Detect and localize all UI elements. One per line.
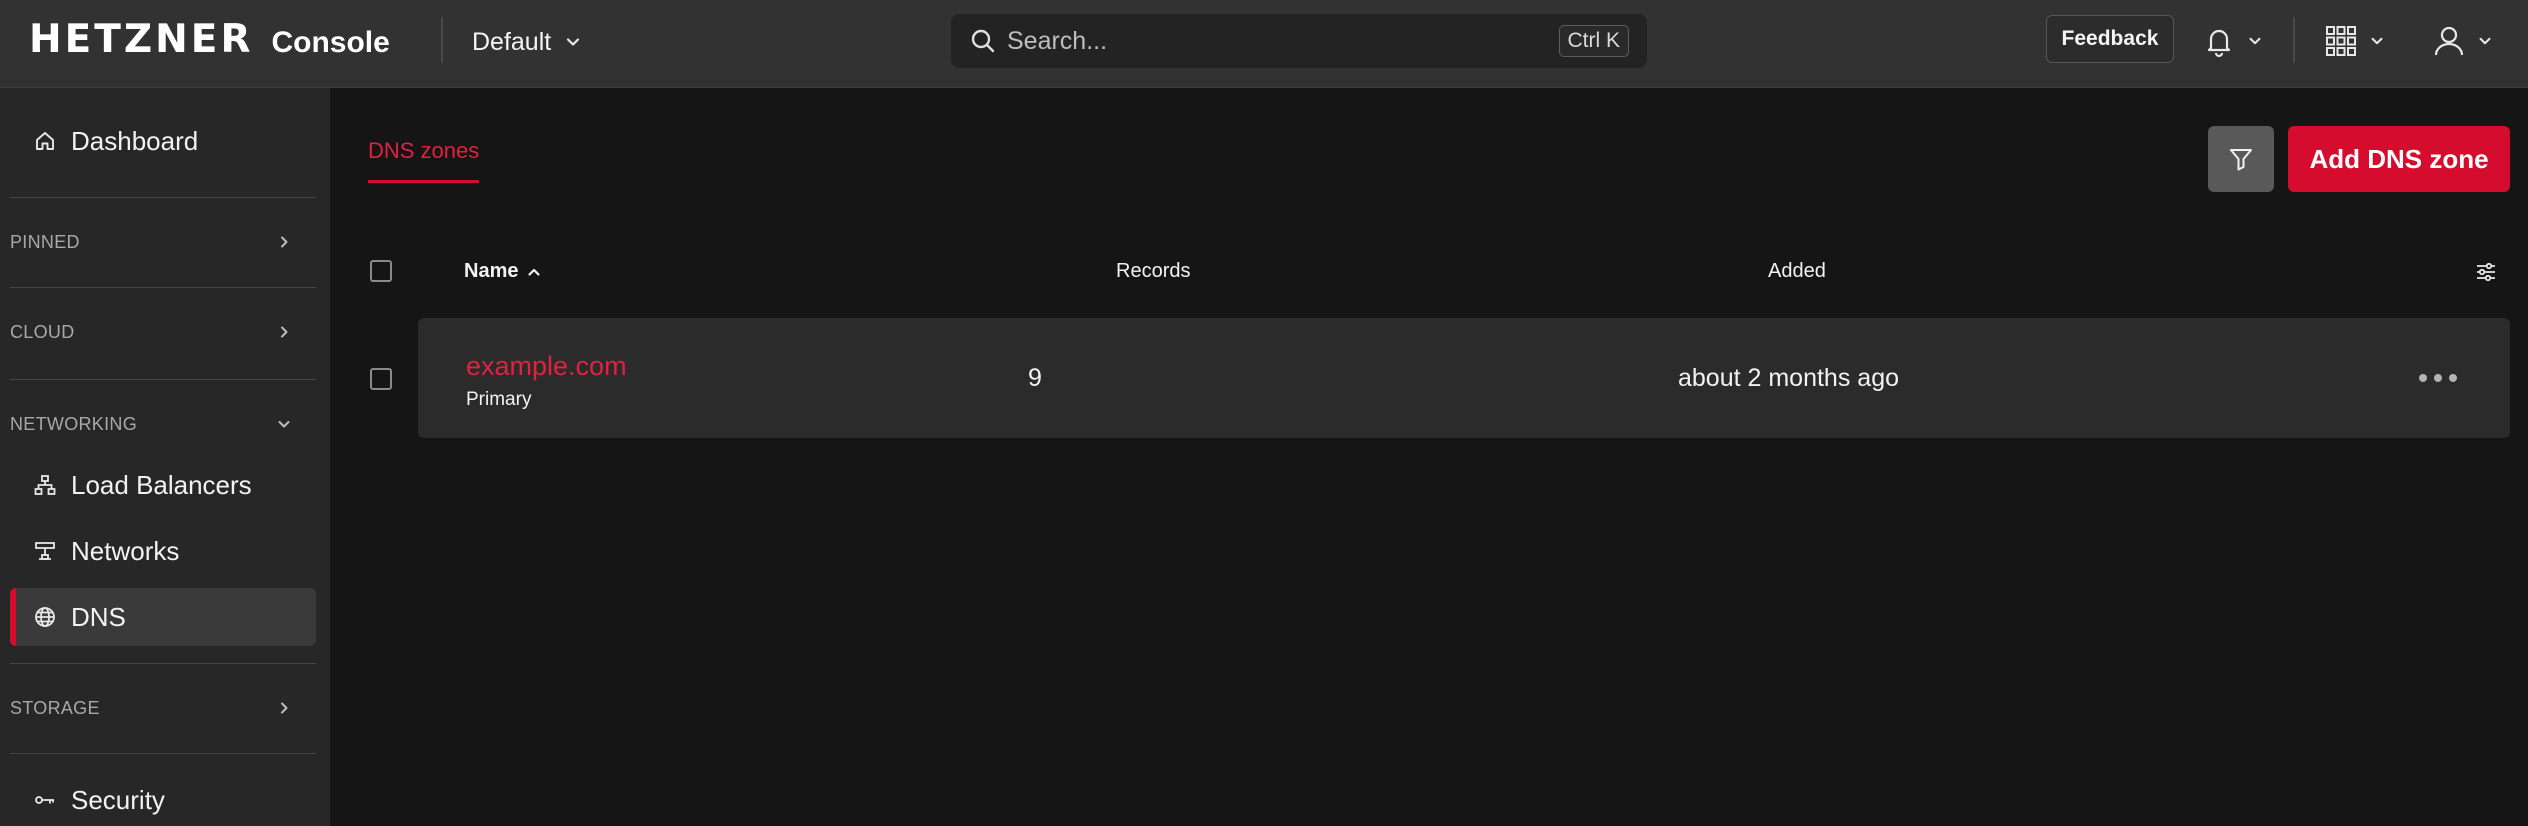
- feedback-button[interactable]: Feedback: [2046, 15, 2174, 63]
- section-label: CLOUD: [10, 321, 75, 342]
- sidebar-item-dns[interactable]: DNS: [10, 588, 316, 646]
- sidebar-item-load-balancers[interactable]: Load Balancers: [10, 456, 316, 514]
- zone-added: about 2 months ago: [1678, 364, 1899, 392]
- apps-menu[interactable]: [2324, 20, 2386, 62]
- section-label: PINNED: [10, 231, 80, 252]
- divider: [2293, 17, 2295, 63]
- globe-icon: [34, 606, 56, 628]
- sidebar-item-label: Security: [71, 784, 165, 815]
- search-icon: [969, 27, 997, 55]
- section-label: STORAGE: [10, 697, 100, 718]
- chevron-right-icon: [281, 236, 288, 248]
- section-storage[interactable]: STORAGE: [10, 688, 292, 728]
- sidebar-item-label: DNS: [71, 601, 126, 632]
- column-settings-button[interactable]: [2474, 260, 2498, 284]
- section-label: NETWORKING: [10, 413, 137, 434]
- zone-name-link[interactable]: example.com: [466, 351, 627, 382]
- sort-up-icon: [528, 268, 541, 276]
- section-pinned[interactable]: PINNED: [10, 222, 292, 262]
- project-switcher[interactable]: Default: [472, 22, 583, 62]
- divider: [10, 287, 316, 288]
- column-settings-icon: [2477, 262, 2495, 282]
- top-bar: HETZNER Console Default Ctrl K Feedback: [0, 0, 2528, 88]
- chevron-right-icon: [281, 702, 288, 714]
- sidebar-item-networks[interactable]: Networks: [10, 522, 316, 580]
- chevron-down-icon: [2249, 37, 2261, 45]
- home-icon: [34, 130, 56, 152]
- notifications-menu[interactable]: [2202, 20, 2264, 62]
- row-checkbox[interactable]: [370, 368, 392, 390]
- select-all-checkbox[interactable]: [370, 260, 392, 282]
- search-input[interactable]: [1007, 24, 1487, 58]
- column-header-records[interactable]: Records: [1116, 260, 1190, 283]
- main-content: DNS zones Add DNS zone Name Records Adde…: [330, 88, 2528, 826]
- product-name: Console: [271, 26, 390, 59]
- column-header-label: Name: [464, 260, 519, 282]
- zone-records-count: 9: [1028, 364, 1042, 392]
- divider: [10, 753, 316, 754]
- chevron-down-icon: [567, 38, 580, 46]
- chevron-right-icon: [281, 326, 288, 338]
- add-dns-zone-button[interactable]: Add DNS zone: [2288, 126, 2510, 192]
- filter-button[interactable]: [2208, 126, 2274, 192]
- divider: [441, 17, 443, 63]
- sidebar-item-label: Load Balancers: [71, 469, 252, 500]
- sidebar-item-label: Dashboard: [71, 125, 199, 156]
- grid-icon: [2326, 26, 2356, 56]
- table-row[interactable]: example.com Primary 9 about 2 months ago: [418, 318, 2510, 438]
- divider: [10, 197, 316, 198]
- network-icon: [34, 540, 56, 562]
- hetzner-logo: HETZNER: [29, 17, 254, 62]
- project-name: Default: [472, 27, 552, 56]
- more-icon[interactable]: [2408, 360, 2468, 396]
- filter-icon: [2230, 149, 2252, 171]
- divider: [10, 663, 316, 664]
- brand[interactable]: HETZNER Console: [29, 20, 390, 59]
- section-cloud[interactable]: CLOUD: [10, 312, 292, 352]
- chevron-down-icon: [2479, 37, 2491, 45]
- bell-icon: [2207, 29, 2231, 58]
- sidebar: Dashboard PINNED CLOUD NETWORKING Load B…: [0, 88, 330, 826]
- sidebar-item-dashboard[interactable]: Dashboard: [10, 112, 316, 170]
- chevron-down-icon: [278, 421, 290, 428]
- zone-type: Primary: [466, 389, 532, 410]
- column-header-added[interactable]: Added: [1768, 260, 1826, 283]
- column-header-name[interactable]: Name: [464, 260, 542, 283]
- sidebar-item-label: Networks: [71, 535, 180, 566]
- divider: [10, 379, 316, 380]
- search-shortcut-badge: Ctrl K: [1558, 25, 1629, 57]
- tab-dns-zones[interactable]: DNS zones: [368, 138, 480, 183]
- section-networking[interactable]: NETWORKING: [10, 404, 292, 444]
- sidebar-item-security[interactable]: Security: [10, 771, 316, 826]
- global-search[interactable]: Ctrl K: [951, 14, 1647, 68]
- user-icon: [2434, 26, 2464, 56]
- chevron-down-icon: [2371, 37, 2383, 45]
- load-balancer-icon: [34, 474, 56, 496]
- key-icon: [34, 789, 56, 811]
- user-menu[interactable]: [2432, 20, 2494, 62]
